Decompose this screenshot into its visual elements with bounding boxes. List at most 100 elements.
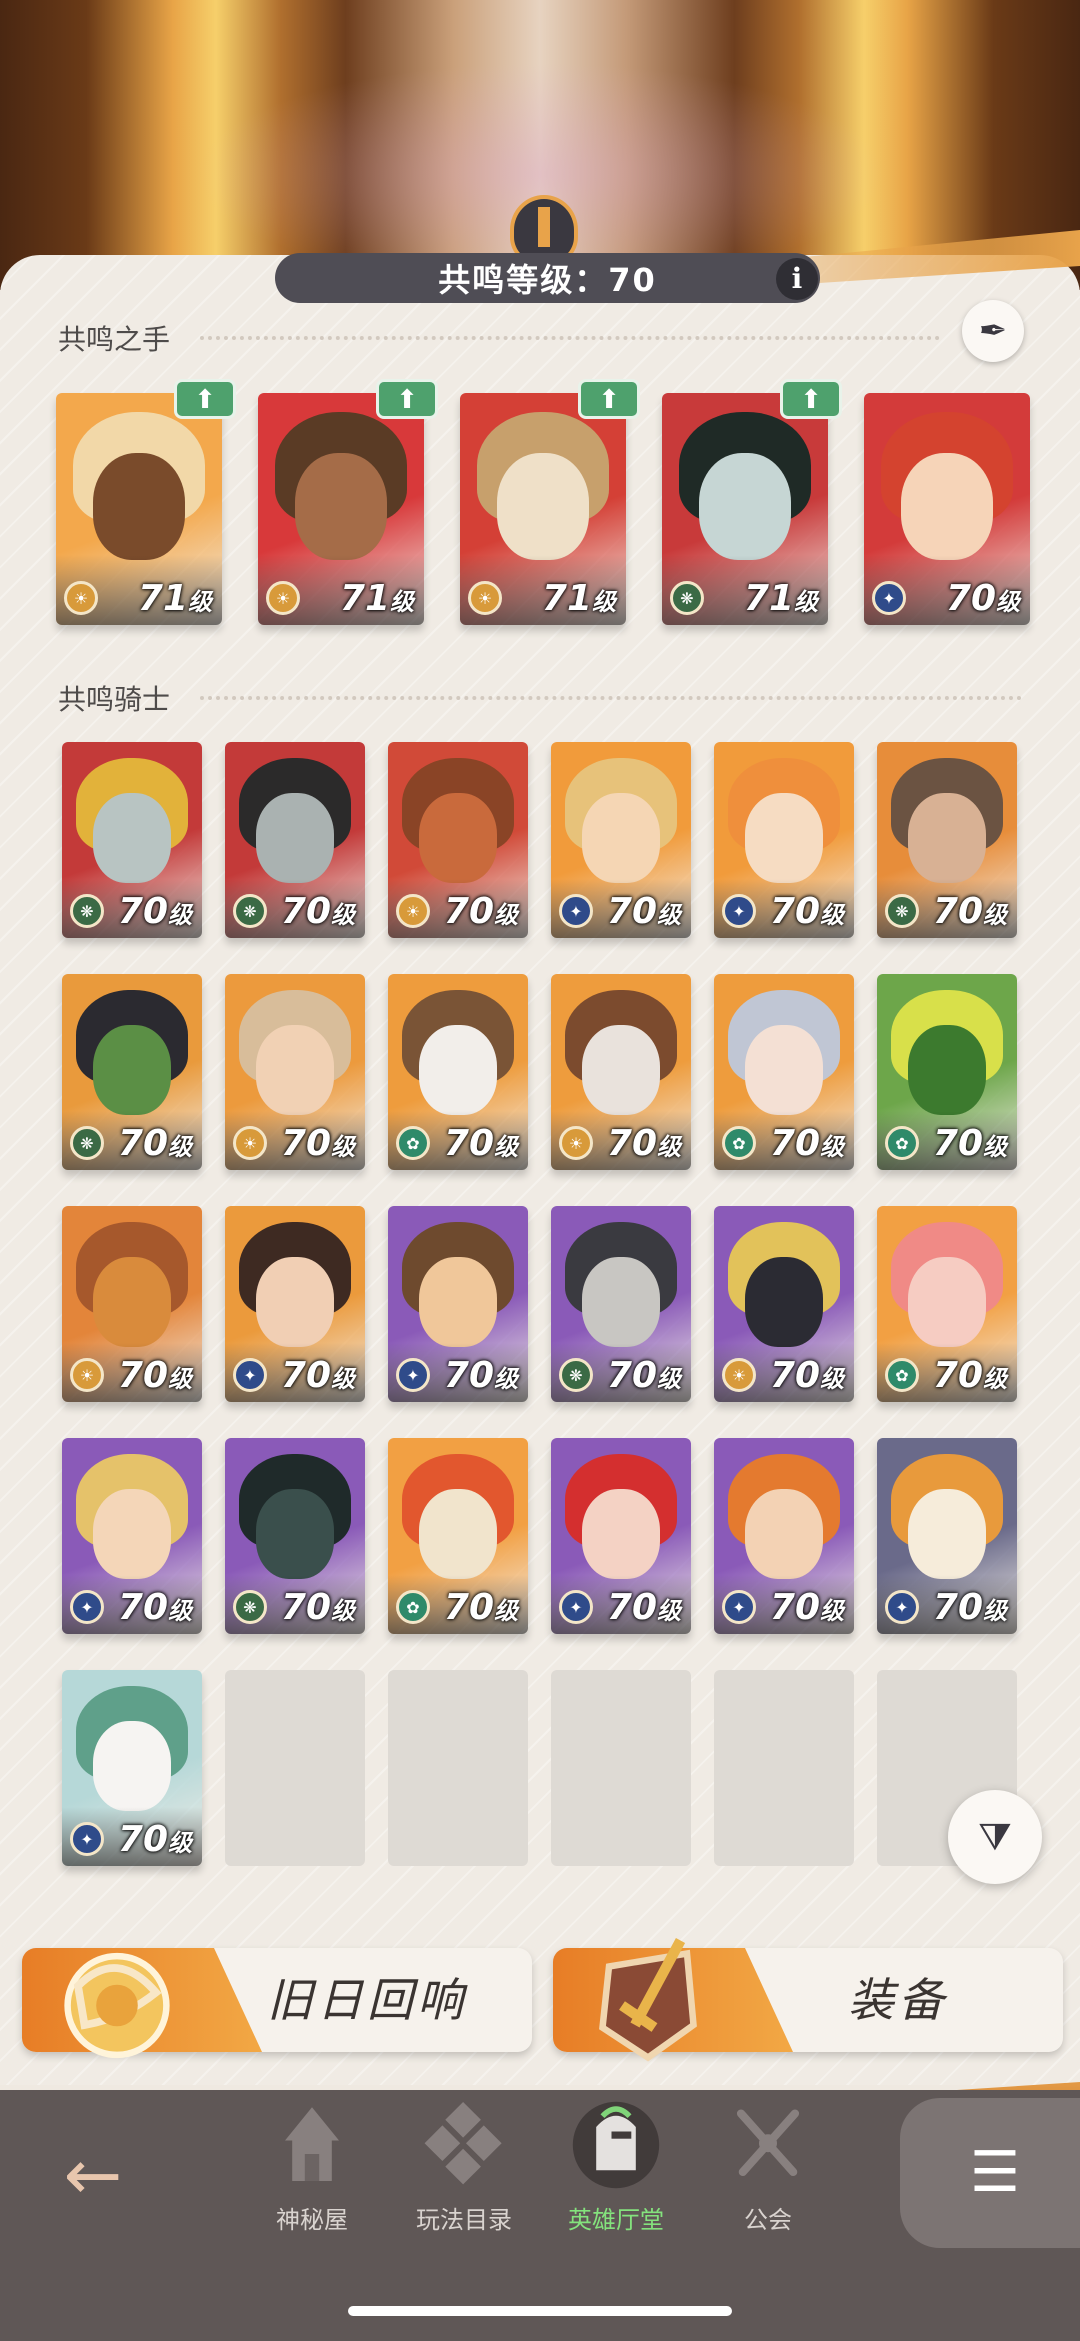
hero-card[interactable]: ✦ 70级 (62, 1438, 202, 1634)
hero-level-suffix: 级 (494, 1365, 518, 1393)
hero-level-suffix: 级 (820, 1133, 844, 1161)
hero-card[interactable]: ✦ 70级 (225, 1206, 365, 1402)
echo-button[interactable]: 旧日回响 (22, 1948, 532, 2059)
graveborn-faction-icon: ✿ (396, 1590, 430, 1624)
hero-level: 70级 (933, 1123, 1007, 1164)
hero-card[interactable]: ✦ 70级 (62, 1670, 202, 1866)
hero-level: 70级 (770, 1587, 844, 1628)
hero-level-value: 70 (932, 1587, 983, 1628)
hero-level-suffix: 级 (331, 1365, 355, 1393)
lightbearer-faction-icon: ☀ (70, 1358, 104, 1392)
upgrade-arrow-icon[interactable]: ⬆ (376, 379, 438, 419)
hero-level-suffix: 级 (996, 588, 1020, 616)
hero-level: 70级 (118, 1587, 192, 1628)
nav-item-hero-hall[interactable]: 英雄厅堂 (546, 2100, 686, 2240)
celestial-faction-icon: ✦ (885, 1590, 919, 1624)
hero-card[interactable]: ☀ 70级 (551, 974, 691, 1170)
menu-button[interactable]: ☰ (900, 2098, 1080, 2248)
hero-level-suffix: 级 (657, 1597, 681, 1625)
hero-level-value: 70 (932, 891, 983, 932)
nav-item-guild[interactable]: 公会 (698, 2100, 838, 2240)
hero-card[interactable]: ☀ 70级 (225, 974, 365, 1170)
wilder-faction-icon: ❋ (233, 1590, 267, 1624)
hero-card[interactable]: ✦ 70级 (877, 1438, 1017, 1634)
hero-level: 70级 (281, 1355, 355, 1396)
hero-card[interactable]: ❋ 71级 (662, 393, 828, 625)
upgrade-arrow-icon[interactable]: ⬆ (174, 379, 236, 419)
hero-card[interactable]: ☀ 70级 (388, 742, 528, 938)
knights-section-title: 共鸣骑士 (58, 683, 171, 716)
nav-label: 公会 (744, 2206, 792, 2234)
menu-list-icon: ☰ (969, 2140, 1021, 2205)
hero-level-suffix: 级 (390, 588, 414, 616)
hero-level-suffix: 级 (657, 1365, 681, 1393)
hero-level-value: 70 (117, 891, 168, 932)
hero-card[interactable]: ☀ 70级 (62, 1206, 202, 1402)
lightbearer-faction-icon: ☀ (266, 581, 300, 615)
upgrade-arrow-icon[interactable]: ⬆ (780, 379, 842, 419)
hero-card[interactable]: ☀ 71级 (460, 393, 626, 625)
hero-card[interactable]: ❋ 70级 (877, 742, 1017, 938)
wilder-faction-icon: ❋ (70, 1126, 104, 1160)
hero-card[interactable]: ✿ 70级 (877, 1206, 1017, 1402)
hero-level-suffix: 级 (983, 1597, 1007, 1625)
hero-level: 70级 (607, 1123, 681, 1164)
hero-card[interactable]: ✦ 70级 (551, 742, 691, 938)
hero-card[interactable]: ✿ 70级 (877, 974, 1017, 1170)
hero-card[interactable]: ❋ 70级 (225, 742, 365, 938)
hero-level-suffix: 级 (657, 1133, 681, 1161)
back-arrow-icon[interactable]: ← (48, 2140, 138, 2210)
hero-card[interactable]: ☀ 71级 (56, 393, 222, 625)
hero-level-value: 70 (280, 891, 331, 932)
hero-level-suffix: 级 (188, 588, 212, 616)
hero-level: 70级 (607, 891, 681, 932)
graveborn-faction-icon: ✿ (885, 1126, 919, 1160)
hero-level-value: 70 (769, 891, 820, 932)
celestial-faction-icon: ✦ (722, 894, 756, 928)
hero-card[interactable]: ❋ 70级 (62, 742, 202, 938)
hero-level-value: 70 (769, 1355, 820, 1396)
hero-card[interactable]: ✦ 70级 (714, 1438, 854, 1634)
hero-card[interactable]: ✦ 70级 (864, 393, 1030, 625)
hero-level: 71级 (744, 578, 818, 619)
hero-level: 70级 (118, 1123, 192, 1164)
upgrade-arrow-icon[interactable]: ⬆ (578, 379, 640, 419)
empty-hero-slot (388, 1670, 528, 1866)
hero-card[interactable]: ❋ 70级 (551, 1206, 691, 1402)
hero-card[interactable]: ☀ 70级 (714, 1206, 854, 1402)
filter-button[interactable]: ⧩ (948, 1790, 1042, 1884)
hero-card[interactable]: ✦ 70级 (714, 742, 854, 938)
hero-card[interactable]: ✦ 70级 (551, 1438, 691, 1634)
quill-edit-button[interactable]: ✒ (962, 300, 1024, 362)
equipment-button[interactable]: 装备 (553, 1938, 1063, 2062)
lightbearer-faction-icon: ☀ (233, 1126, 267, 1160)
info-button[interactable]: i (776, 258, 818, 300)
celestial-faction-icon: ✦ (70, 1590, 104, 1624)
hero-card[interactable]: ❋ 70级 (62, 974, 202, 1170)
hero-level: 70级 (281, 1123, 355, 1164)
hero-card[interactable]: ✿ 70级 (388, 974, 528, 1170)
nav-item-game-modes[interactable]: 玩法目录 (394, 2100, 534, 2240)
celestial-faction-icon: ✦ (722, 1590, 756, 1624)
hero-level-value: 70 (769, 1587, 820, 1628)
resonance-level-bar: 共鸣等级：70 (275, 253, 820, 303)
hero-card[interactable]: ❋ 70级 (225, 1438, 365, 1634)
hero-card[interactable]: ✿ 70级 (714, 974, 854, 1170)
hero-level-value: 70 (117, 1819, 168, 1860)
hero-level-value: 70 (443, 1587, 494, 1628)
hero-level-suffix: 级 (168, 901, 192, 929)
hero-card[interactable]: ✦ 70级 (388, 1206, 528, 1402)
hero-level: 70级 (770, 1355, 844, 1396)
nav-item-mystery-house[interactable]: 神秘屋 (242, 2100, 382, 2240)
lightbearer-faction-icon: ☀ (64, 581, 98, 615)
hero-card[interactable]: ☀ 71级 (258, 393, 424, 625)
hero-card[interactable]: ✿ 70级 (388, 1438, 528, 1634)
lightbearer-faction-icon: ☀ (468, 581, 502, 615)
hero-level-value: 70 (117, 1123, 168, 1164)
resonance-level-label: 共鸣等级：70 (438, 261, 657, 299)
graveborn-faction-icon: ✿ (722, 1126, 756, 1160)
hero-level: 70级 (444, 891, 518, 932)
hero-level-suffix: 级 (592, 588, 616, 616)
home-indicator[interactable] (348, 2306, 732, 2316)
celestial-faction-icon: ✦ (559, 894, 593, 928)
